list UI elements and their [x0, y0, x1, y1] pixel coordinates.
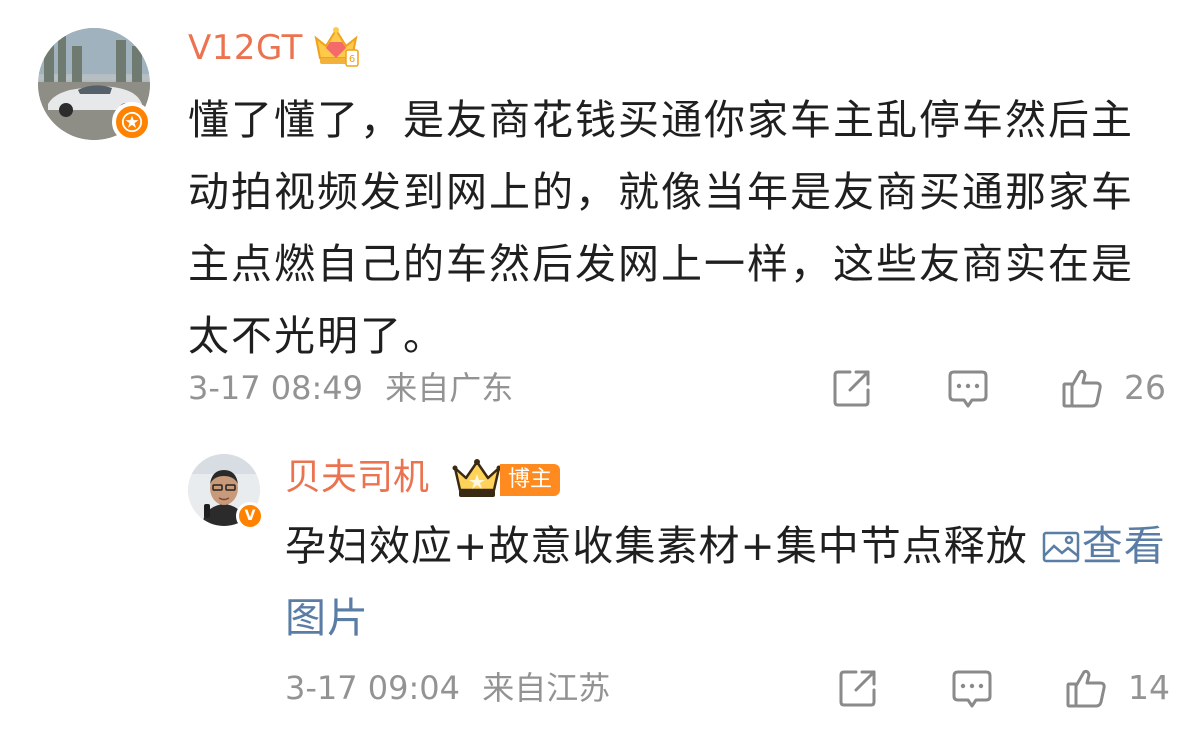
share-icon[interactable] — [836, 666, 880, 710]
comment-meta: 3-17 08:49 来自广东 — [188, 368, 513, 408]
username[interactable]: V12GT — [188, 26, 303, 70]
reply-item: V 贝夫司机 博主 孕妇效应+故意收集素材+集中节点释放 查看图片 3-17 0… — [0, 430, 1200, 730]
timestamp: 3-17 08:49 — [188, 369, 364, 407]
like-count: 14 — [1128, 668, 1170, 707]
svg-text:6: 6 — [349, 54, 355, 65]
comment-icon[interactable] — [946, 366, 990, 410]
share-icon[interactable] — [830, 366, 874, 410]
timestamp: 3-17 09:04 — [285, 669, 461, 707]
reply-actions: 14 — [836, 666, 1176, 710]
reply-content: 孕妇效应+故意收集素材+集中节点释放 — [285, 522, 1028, 570]
star-badge-icon — [112, 102, 152, 142]
username[interactable]: 贝夫司机 — [285, 454, 429, 502]
like-count: 26 — [1124, 368, 1166, 407]
avatar[interactable] — [38, 28, 152, 142]
like-icon[interactable] — [1064, 666, 1108, 710]
location: 来自广东 — [385, 369, 514, 407]
reply-text: 孕妇效应+故意收集素材+集中节点释放 查看图片 — [285, 510, 1175, 654]
location: 来自江苏 — [482, 669, 611, 707]
crown-icon[interactable] — [452, 458, 502, 500]
reply-meta: 3-17 09:04 来自江苏 — [285, 668, 610, 708]
comment-actions: 26 — [830, 366, 1170, 410]
crown-icon[interactable]: 6 — [312, 24, 360, 68]
comment-text: 懂了懂了，是友商花钱买通你家车主乱停车然后主动拍视频发到网上的，就像当年是友商买… — [188, 96, 1134, 360]
image-icon — [1042, 531, 1080, 563]
comment-item: V12GT 6 懂了懂了，是友商花钱买通你家车主乱停车然后主动拍视频发到网上的，… — [0, 0, 1200, 430]
avatar[interactable]: V — [188, 454, 264, 530]
comment-icon[interactable] — [950, 666, 994, 710]
like-icon[interactable] — [1060, 366, 1104, 410]
blogger-tag: 博主 — [500, 464, 561, 496]
verified-v-icon: V — [236, 502, 264, 530]
